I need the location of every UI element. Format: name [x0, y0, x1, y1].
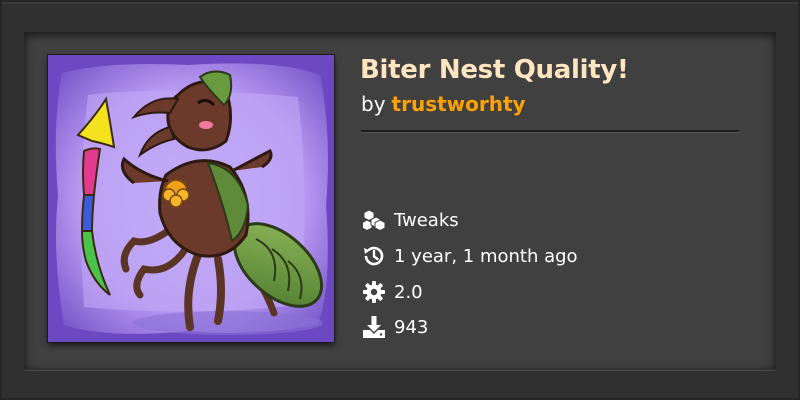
gear-icon [362, 279, 388, 305]
version-row: 2.0 [362, 279, 423, 305]
mod-title[interactable]: Biter Nest Quality! [360, 55, 629, 85]
version-text: 2.0 [394, 281, 423, 303]
header-divider [361, 130, 739, 133]
by-label: by [361, 92, 386, 116]
biter-illustration [48, 55, 334, 342]
mod-thumbnail[interactable] [48, 55, 334, 342]
history-icon [362, 243, 388, 269]
updated-text: 1 year, 1 month ago [394, 245, 578, 267]
category-row: Tweaks [362, 207, 459, 233]
author-link[interactable]: trustworhty [392, 92, 526, 116]
download-icon [362, 314, 388, 340]
downloads-row: 943 [362, 314, 428, 340]
updated-row: 1 year, 1 month ago [362, 243, 578, 269]
downloads-text: 943 [394, 316, 429, 338]
category-text[interactable]: Tweaks [394, 210, 459, 231]
cubes-icon [362, 207, 388, 233]
author-line: by trustworhty [361, 92, 526, 116]
